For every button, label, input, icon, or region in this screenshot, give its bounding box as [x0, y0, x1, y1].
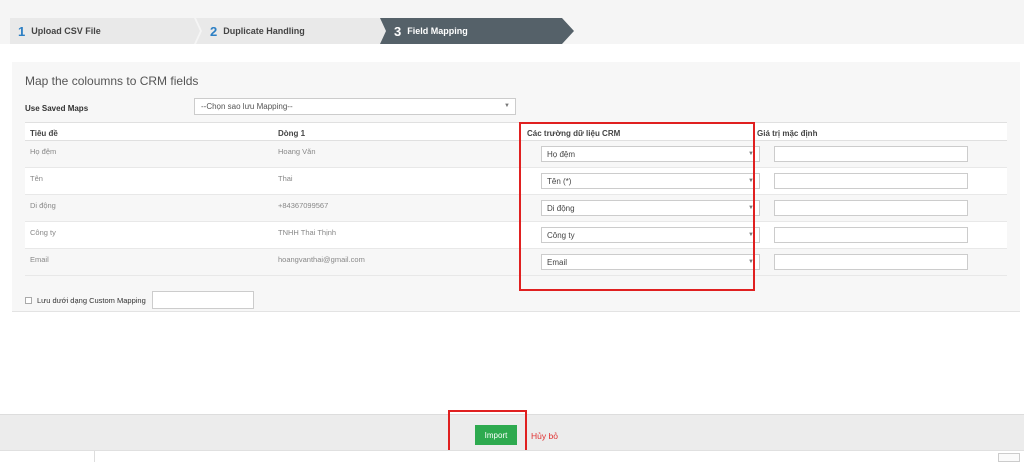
- row-title: Email: [30, 255, 49, 264]
- header-row1: Dòng 1: [278, 129, 306, 138]
- default-value-input[interactable]: [774, 146, 968, 162]
- default-value-input[interactable]: [774, 254, 968, 270]
- step-field-mapping[interactable]: 3 Field Mapping: [380, 18, 574, 44]
- row-title: Họ đệm: [30, 147, 57, 156]
- row-title: Di động: [30, 201, 56, 210]
- step-number: 1: [18, 23, 26, 39]
- table-row: Tên Thai Tên (*) ▼: [25, 168, 1007, 195]
- header-default-value: Giá trị mặc định: [757, 129, 818, 138]
- step-duplicate-handling[interactable]: 2 Duplicate Handling: [196, 18, 386, 44]
- step-label: Field Mapping: [407, 26, 468, 36]
- step-label: Duplicate Handling: [223, 26, 305, 36]
- wizard-steps: 1 Upload CSV File 2 Duplicate Handling 3…: [0, 11, 1024, 44]
- custom-mapping-checkbox[interactable]: [25, 296, 32, 304]
- divider: [94, 451, 95, 462]
- default-value-input[interactable]: [774, 227, 968, 243]
- bottom-bar: [0, 450, 1024, 462]
- chevron-down-icon: ▼: [504, 103, 510, 109]
- step-number: 3: [394, 23, 402, 39]
- row-value: Hoang Văn: [278, 147, 316, 156]
- panel-title: Map the coloumns to CRM fields: [25, 74, 199, 88]
- saved-maps-value: --Chọn sao lưu Mapping--: [201, 102, 293, 111]
- step-upload-csv[interactable]: 1 Upload CSV File: [10, 18, 200, 44]
- crm-fields-highlight: [519, 122, 755, 291]
- row-title: Công ty: [30, 228, 56, 237]
- header-title: Tiêu đề: [30, 129, 58, 138]
- table-row: Di động +84367099567 Di động ▼: [25, 195, 1007, 222]
- mapping-panel: Map the coloumns to CRM fields Use Saved…: [12, 62, 1020, 312]
- default-value-input[interactable]: [774, 173, 968, 189]
- step-number: 2: [210, 23, 218, 39]
- custom-mapping: Lưu dưới dạng Custom Mapping: [25, 291, 254, 309]
- saved-maps-label: Use Saved Maps: [25, 104, 89, 113]
- default-value-input[interactable]: [774, 200, 968, 216]
- table-row: Họ đệm Hoang Văn Họ đệm ▼: [25, 141, 1007, 168]
- row-value: Thai: [278, 174, 293, 183]
- table-row: Email hoangvanthai@gmail.com Email ▼: [25, 249, 1007, 276]
- row-value: +84367099567: [278, 201, 329, 210]
- cancel-link[interactable]: Hủy bỏ: [531, 431, 558, 441]
- row-value: TNHH Thai Thịnh: [278, 228, 337, 237]
- custom-mapping-label: Lưu dưới dạng Custom Mapping: [37, 295, 146, 305]
- row-value: hoangvanthai@gmail.com: [278, 255, 365, 264]
- table-row: Công ty TNHH Thai Thịnh Công ty ▼: [25, 222, 1007, 249]
- row-title: Tên: [30, 174, 43, 183]
- step-label: Upload CSV File: [31, 26, 101, 36]
- saved-maps-select[interactable]: --Chọn sao lưu Mapping-- ▼: [194, 98, 516, 115]
- custom-mapping-name-input[interactable]: [151, 291, 254, 309]
- table-header: Tiêu đề Dòng 1 Các trường dữ liệu CRM Gi…: [25, 122, 1007, 141]
- import-highlight: [448, 410, 527, 453]
